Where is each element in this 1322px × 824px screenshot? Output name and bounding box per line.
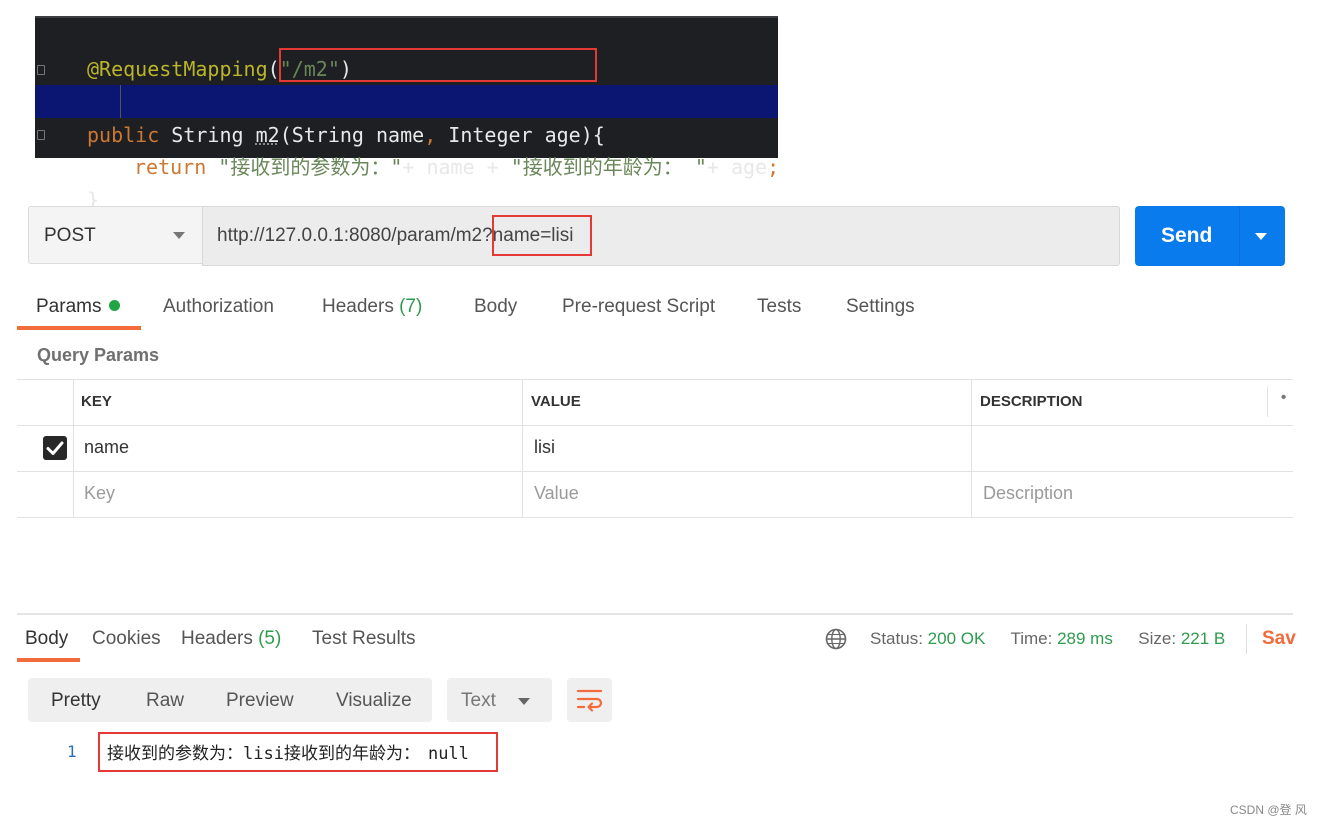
line-number: 1 (67, 742, 77, 761)
response-tab-test-results[interactable]: Test Results (312, 628, 415, 650)
status-value[interactable]: 200 OK (928, 629, 986, 648)
code-line-close: } (35, 118, 778, 212)
size-label: Size: (1138, 629, 1177, 648)
tab-params[interactable]: Params (36, 296, 121, 318)
column-header-key: KEY (81, 393, 112, 410)
column-options-icon[interactable]: • (1281, 389, 1286, 406)
params-active-dot-icon (109, 300, 121, 311)
code-line-annotation: @RequestMapping("/m2") (87, 57, 352, 81)
format-preview-button[interactable]: Preview (226, 690, 294, 712)
response-status-bar: Status: 200 OK Time: 289 ms Size: 221 B (870, 629, 1225, 649)
size-value[interactable]: 221 B (1181, 629, 1225, 648)
fold-marker-icon (37, 65, 45, 75)
globe-icon[interactable] (824, 627, 848, 651)
code-line-return: return "接收到的参数为："+ name + "接收到的年龄为： "+ a… (35, 85, 779, 179)
tab-authorization[interactable]: Authorization (163, 296, 274, 318)
save-divider (1246, 624, 1247, 654)
chevron-down-icon (173, 232, 185, 239)
tab-pre-request-script[interactable]: Pre-request Script (562, 296, 715, 318)
method-label: POST (44, 225, 96, 246)
method-select[interactable]: POST (28, 206, 202, 264)
format-pretty-button[interactable]: Pretty (51, 690, 101, 712)
active-tab-indicator (17, 326, 141, 330)
send-divider (1239, 206, 1240, 266)
query-params-table: KEY VALUE DESCRIPTION • name lisi Key Va… (17, 379, 1293, 518)
format-visualize-button[interactable]: Visualize (336, 690, 412, 712)
fold-marker-icon (37, 130, 45, 140)
status-label: Status: (870, 629, 923, 648)
tab-body[interactable]: Body (474, 296, 517, 318)
response-type-select[interactable]: Text (447, 678, 552, 722)
tab-tests[interactable]: Tests (757, 296, 801, 318)
active-response-tab-indicator (17, 658, 80, 662)
response-tab-headers[interactable]: Headers (5) (181, 628, 281, 650)
param-key-cell[interactable]: name (84, 437, 129, 458)
url-input[interactable]: http://127.0.0.1:8080/param/m2?name=lisi (202, 206, 1120, 266)
send-button[interactable]: Send (1135, 206, 1285, 266)
code-line-signature: public String m2(String name, Integer ag… (35, 53, 778, 147)
url-value: http://127.0.0.1:8080/param/m2?name=lisi (217, 225, 574, 246)
wrap-lines-icon (576, 689, 603, 712)
format-raw-button[interactable]: Raw (146, 690, 184, 712)
response-divider[interactable] (17, 613, 1293, 615)
response-tab-body[interactable]: Body (25, 628, 68, 650)
tab-headers[interactable]: Headers (7) (322, 296, 422, 318)
chevron-down-icon (518, 698, 530, 705)
response-body-text: 接收到的参数为：lisi接收到的年龄为： null (107, 744, 469, 764)
wrap-lines-button[interactable] (567, 678, 612, 722)
send-options-chevron-icon[interactable] (1255, 233, 1267, 240)
row-enabled-checkbox[interactable] (43, 436, 67, 460)
time-label: Time: (1010, 629, 1053, 648)
checkmark-icon (46, 441, 64, 455)
time-value[interactable]: 289 ms (1057, 629, 1113, 648)
description-placeholder-input[interactable]: Description (983, 483, 1073, 504)
code-editor-snippet: @RequestMapping("/m2") public String m2(… (35, 16, 779, 212)
tab-settings[interactable]: Settings (846, 296, 915, 318)
indent-guide (120, 85, 121, 118)
response-type-label: Text (461, 690, 496, 711)
param-value-cell[interactable]: lisi (534, 437, 555, 458)
response-tab-cookies[interactable]: Cookies (92, 628, 161, 650)
send-label: Send (1161, 224, 1213, 247)
query-params-title: Query Params (37, 345, 160, 365)
response-format-group: Pretty Raw Preview Visualize (28, 678, 432, 722)
watermark: CSDN @登 风 (1230, 803, 1307, 817)
column-header-value: VALUE (531, 393, 581, 410)
value-placeholder-input[interactable]: Value (534, 483, 579, 504)
column-header-description: DESCRIPTION (980, 393, 1083, 410)
save-response-button[interactable]: Sav (1262, 628, 1296, 650)
key-placeholder-input[interactable]: Key (84, 483, 115, 504)
